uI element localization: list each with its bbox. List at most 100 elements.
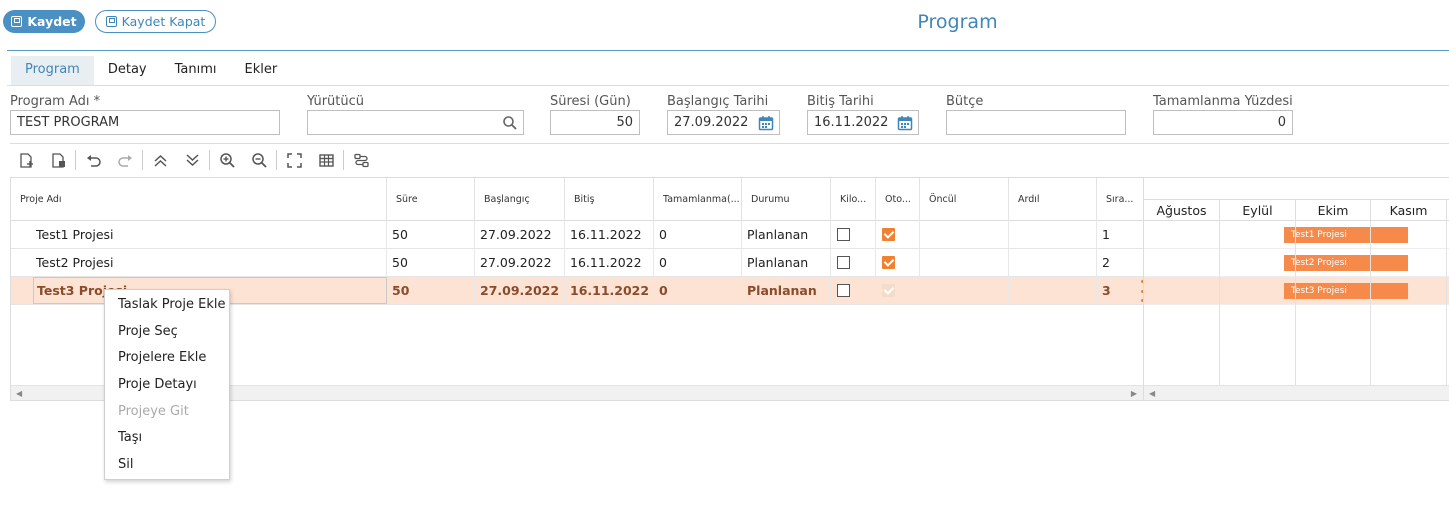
duration-cell[interactable]: 50 <box>387 221 475 249</box>
column-header[interactable]: Proje Adı <box>11 178 387 221</box>
start-date-value: 27.09.2022 <box>674 115 749 130</box>
successor-cell[interactable] <box>1009 277 1097 305</box>
collapse-all-button[interactable] <box>144 147 176 173</box>
add-task-button[interactable] <box>10 147 42 173</box>
link-button[interactable] <box>345 147 377 173</box>
menu-item-add-to-projects[interactable]: Projelere Ekle <box>105 345 229 372</box>
milestone-checkbox[interactable] <box>837 228 850 241</box>
end-cell[interactable]: 16.11.2022 <box>565 221 654 249</box>
completion-cell[interactable]: 0 <box>654 249 742 277</box>
search-icon[interactable] <box>502 115 518 131</box>
end-date-input[interactable]: 16.11.2022 <box>807 110 919 135</box>
table-row[interactable]: Test2 Projesi 50 27.09.2022 16.11.2022 0… <box>11 249 1143 277</box>
predecessor-cell[interactable] <box>920 249 1009 277</box>
budget-input[interactable] <box>946 110 1126 135</box>
status-cell[interactable]: Planlanan <box>742 221 831 249</box>
tab-ekler[interactable]: Ekler <box>231 56 292 85</box>
start-date-label: Başlangıç Tarihi <box>667 94 769 109</box>
predecessor-cell[interactable] <box>920 277 1009 305</box>
delete-task-button[interactable] <box>42 147 74 173</box>
program-name-input[interactable]: TEST PROGRAM <box>10 110 280 135</box>
column-header[interactable]: Durumu <box>742 178 831 221</box>
budget-label: Bütçe <box>946 94 984 109</box>
column-header[interactable]: Öncül <box>920 178 1009 221</box>
tab-program[interactable]: Program <box>11 56 94 85</box>
predecessor-cell[interactable] <box>920 221 1009 249</box>
milestone-checkbox[interactable] <box>837 256 850 269</box>
calendar-icon[interactable] <box>758 115 774 131</box>
status-cell[interactable]: Planlanan <box>742 249 831 277</box>
zoom-in-button[interactable] <box>211 147 243 173</box>
fullscreen-icon <box>286 152 302 168</box>
project-name-cell[interactable]: Test2 Projesi <box>11 249 387 277</box>
duration-cell[interactable]: 50 <box>387 277 475 305</box>
column-header[interactable]: Başlangıç <box>475 178 565 221</box>
duration-input[interactable]: 50 <box>550 110 640 135</box>
completion-cell[interactable]: 0 <box>654 277 742 305</box>
menu-item-delete[interactable]: Sil <box>105 452 229 479</box>
auto-checkbox[interactable] <box>882 256 895 269</box>
status-cell[interactable]: Planlanan <box>742 277 831 305</box>
end-cell[interactable]: 16.11.2022 <box>565 249 654 277</box>
column-header[interactable]: Süre <box>387 178 475 221</box>
menu-item-draft-project[interactable]: Taslak Proje Ekle <box>105 292 229 319</box>
column-header[interactable]: Oto... <box>876 178 920 221</box>
auto-checkbox[interactable] <box>882 284 895 297</box>
column-header[interactable]: Ardıl <box>1009 178 1097 221</box>
gantt-horizontal-scrollbar[interactable]: ◀ <box>1144 385 1449 400</box>
fullscreen-button[interactable] <box>278 147 310 173</box>
gantt-row: Test3 Projesi <box>1144 277 1449 305</box>
start-cell[interactable]: 27.09.2022 <box>475 249 565 277</box>
order-cell[interactable]: 3 <box>1097 277 1143 305</box>
auto-cell <box>876 277 920 305</box>
start-date-input[interactable]: 27.09.2022 <box>667 110 780 135</box>
table-row[interactable]: Test1 Projesi 50 27.09.2022 16.11.2022 0… <box>11 221 1143 249</box>
gantt-row: Test2 Projesi <box>1144 249 1449 277</box>
grid-button[interactable] <box>310 147 342 173</box>
column-header[interactable]: Tamamlanma(... <box>654 178 742 221</box>
executor-input[interactable] <box>307 110 524 135</box>
duration-cell[interactable]: 50 <box>387 249 475 277</box>
milestone-checkbox[interactable] <box>837 284 850 297</box>
menu-item-project-detail[interactable]: Proje Detayı <box>105 372 229 399</box>
gantt-gridline <box>1446 221 1447 385</box>
scroll-left-icon[interactable]: ◀ <box>16 389 22 398</box>
menu-item-move[interactable]: Taşı <box>105 425 229 452</box>
successor-cell[interactable] <box>1009 249 1097 277</box>
expand-all-button[interactable] <box>176 147 208 173</box>
redo-button[interactable] <box>109 147 141 173</box>
gantt-bar[interactable]: Test1 Projesi <box>1284 227 1408 243</box>
duration-label: Süresi (Gün) <box>550 94 631 109</box>
collapse-all-icon <box>153 154 167 167</box>
project-name-cell[interactable]: Test1 Projesi <box>11 221 387 249</box>
order-cell[interactable]: 2 <box>1097 249 1143 277</box>
gantt-toolbar <box>10 146 377 174</box>
completion-input[interactable]: 0 <box>1153 110 1293 135</box>
save-close-button[interactable]: Kaydet Kapat <box>95 10 216 33</box>
column-header[interactable]: Kilo... <box>831 178 876 221</box>
menu-item-select-project[interactable]: Proje Seç <box>105 319 229 346</box>
tab-tanimi[interactable]: Tanımı <box>161 56 231 85</box>
redo-icon <box>117 154 132 167</box>
end-cell[interactable]: 16.11.2022 <box>565 277 654 305</box>
milestone-cell <box>831 221 876 249</box>
save-button[interactable]: Kaydet <box>3 10 85 33</box>
column-header[interactable]: Sıra... <box>1097 178 1143 221</box>
order-cell[interactable]: 1 <box>1097 221 1143 249</box>
scroll-left-icon[interactable]: ◀ <box>1149 389 1155 398</box>
start-cell[interactable]: 27.09.2022 <box>475 221 565 249</box>
start-cell[interactable]: 27.09.2022 <box>475 277 565 305</box>
tab-detay[interactable]: Detay <box>94 56 161 85</box>
column-header[interactable]: Bitiş <box>565 178 654 221</box>
calendar-icon[interactable] <box>897 115 913 131</box>
auto-checkbox[interactable] <box>882 228 895 241</box>
scroll-right-icon[interactable]: ▶ <box>1131 389 1137 398</box>
completion-cell[interactable]: 0 <box>654 221 742 249</box>
milestone-cell <box>831 277 876 305</box>
zoom-out-button[interactable] <box>243 147 275 173</box>
gantt-gridline <box>1370 221 1371 385</box>
undo-button[interactable] <box>77 147 109 173</box>
gantt-bar[interactable]: Test3 Projesi <box>1284 283 1408 299</box>
successor-cell[interactable] <box>1009 221 1097 249</box>
gantt-bar[interactable]: Test2 Projesi <box>1284 255 1408 271</box>
